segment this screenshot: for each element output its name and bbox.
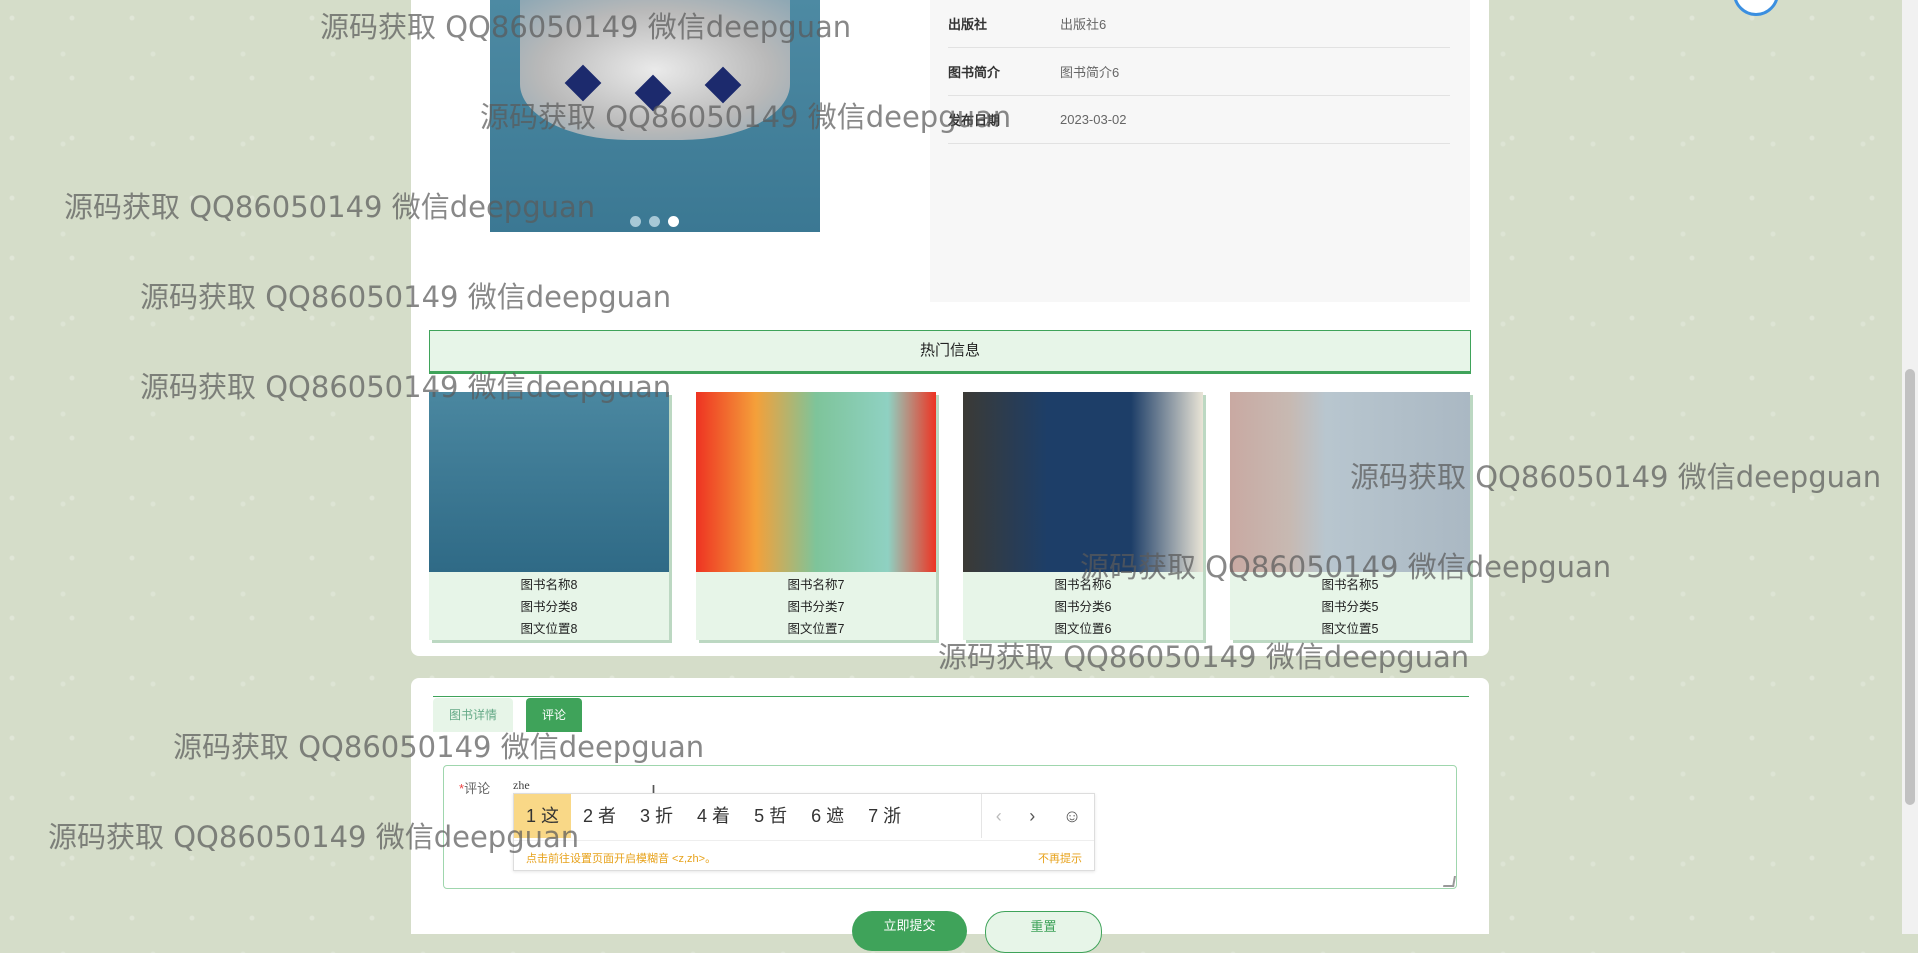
info-label: 出版社: [948, 17, 988, 32]
info-label: 发布日期: [948, 113, 1001, 128]
reset-button[interactable]: 重置: [985, 911, 1102, 953]
back-to-top-icon[interactable]: [1733, 0, 1779, 16]
ime-candidate-3[interactable]: 3 折: [628, 794, 685, 838]
ime-candidate-2[interactable]: 2 者: [571, 794, 628, 838]
book-name: 图书名称8: [520, 578, 578, 592]
tab-book-details[interactable]: 图书详情: [433, 698, 514, 732]
info-row-intro: 图书简介 图书简介6: [948, 48, 1450, 96]
carousel-dot-1[interactable]: [630, 216, 641, 227]
hot-book-card[interactable]: 图书名称7 图书分类7 图文位置7: [696, 392, 936, 640]
hot-book-card[interactable]: 图书名称5 图书分类5 图文位置5: [1230, 392, 1470, 640]
carousel-dot-2[interactable]: [649, 216, 660, 227]
book-category: 图书分类6: [1054, 600, 1112, 614]
book-category: 图书分类7: [787, 600, 845, 614]
carousel-indicators[interactable]: [630, 216, 679, 227]
info-row-publisher: 出版社 出版社6: [948, 0, 1450, 48]
hot-book-card[interactable]: 图书名称6 图书分类6 图文位置6: [963, 392, 1203, 640]
book-name: 图书名称7: [787, 578, 845, 592]
book-location: 图文位置6: [1054, 622, 1112, 636]
book-location: 图文位置8: [520, 622, 578, 636]
comment-field-label: *评论: [459, 778, 490, 797]
ime-candidate-4[interactable]: 4 着: [685, 794, 742, 838]
hot-section-title: 热门信息: [429, 330, 1471, 374]
info-value: 出版社6: [1060, 17, 1107, 32]
book-name: 图书名称5: [1321, 578, 1379, 592]
book-info-table: 出版社 出版社6 图书简介 图书简介6 发布日期 2023-03-02: [930, 0, 1470, 302]
hot-book-list: 图书名称8 图书分类8 图文位置8 图书名称7 图书分类7 图文位置7 图书名称…: [429, 392, 1471, 640]
book-location: 图文位置7: [787, 622, 845, 636]
comment-typed-text: zhe: [513, 778, 530, 792]
ime-hint-bar: 点击前往设置页面开启模糊音 <z,zh>。 不再提示: [514, 840, 1094, 871]
ime-candidate-list: 1 这 2 者 3 折 4 着 5 哲 6 遮 7 浙: [514, 794, 913, 838]
crown-image: [520, 0, 790, 140]
scrollbar-thumb[interactable]: [1905, 369, 1915, 805]
emoji-icon[interactable]: ☺: [1063, 806, 1081, 827]
comment-label-text: 评论: [464, 781, 491, 796]
book-cover-image[interactable]: [963, 392, 1203, 572]
ime-next-icon[interactable]: ›: [1029, 806, 1035, 827]
ime-candidate-6[interactable]: 6 遮: [799, 794, 856, 838]
hot-book-card[interactable]: 图书名称8 图书分类8 图文位置8: [429, 392, 669, 640]
ime-candidate-5[interactable]: 5 哲: [742, 794, 799, 838]
ime-candidate-1[interactable]: 1 这: [514, 794, 572, 838]
ime-nav: ‹ › ☺: [981, 794, 1095, 838]
ime-candidate-popup[interactable]: 1 这 2 者 3 折 4 着 5 哲 6 遮 7 浙 ‹ › ☺ 点击前往设置…: [513, 793, 1095, 871]
info-label: 图书简介: [948, 65, 1001, 80]
info-value: 图书简介6: [1060, 65, 1120, 80]
info-value: 2023-03-02: [1060, 112, 1127, 127]
book-cover-image[interactable]: [696, 392, 936, 572]
book-location: 图文位置5: [1321, 622, 1379, 636]
book-cover-image[interactable]: [1230, 392, 1470, 572]
tab-divider: [433, 696, 1469, 697]
carousel-dot-3[interactable]: [668, 216, 679, 227]
book-category: 图书分类5: [1321, 600, 1379, 614]
ime-candidate-7[interactable]: 7 浙: [856, 794, 913, 838]
ime-hint-link[interactable]: 点击前往设置页面开启模糊音 <z,zh>。: [526, 850, 716, 866]
tab-comments[interactable]: 评论: [526, 698, 583, 732]
book-category: 图书分类8: [520, 600, 578, 614]
textarea-resize-handle[interactable]: [1443, 876, 1456, 887]
ime-dismiss-link[interactable]: 不再提示: [1038, 850, 1082, 866]
submit-button[interactable]: 立即提交: [852, 911, 967, 951]
book-image-carousel[interactable]: [490, 0, 820, 232]
book-name: 图书名称6: [1054, 578, 1112, 592]
info-row-date: 发布日期 2023-03-02: [948, 96, 1450, 144]
ime-prev-icon[interactable]: ‹: [996, 806, 1002, 827]
book-cover-image[interactable]: [429, 392, 669, 572]
